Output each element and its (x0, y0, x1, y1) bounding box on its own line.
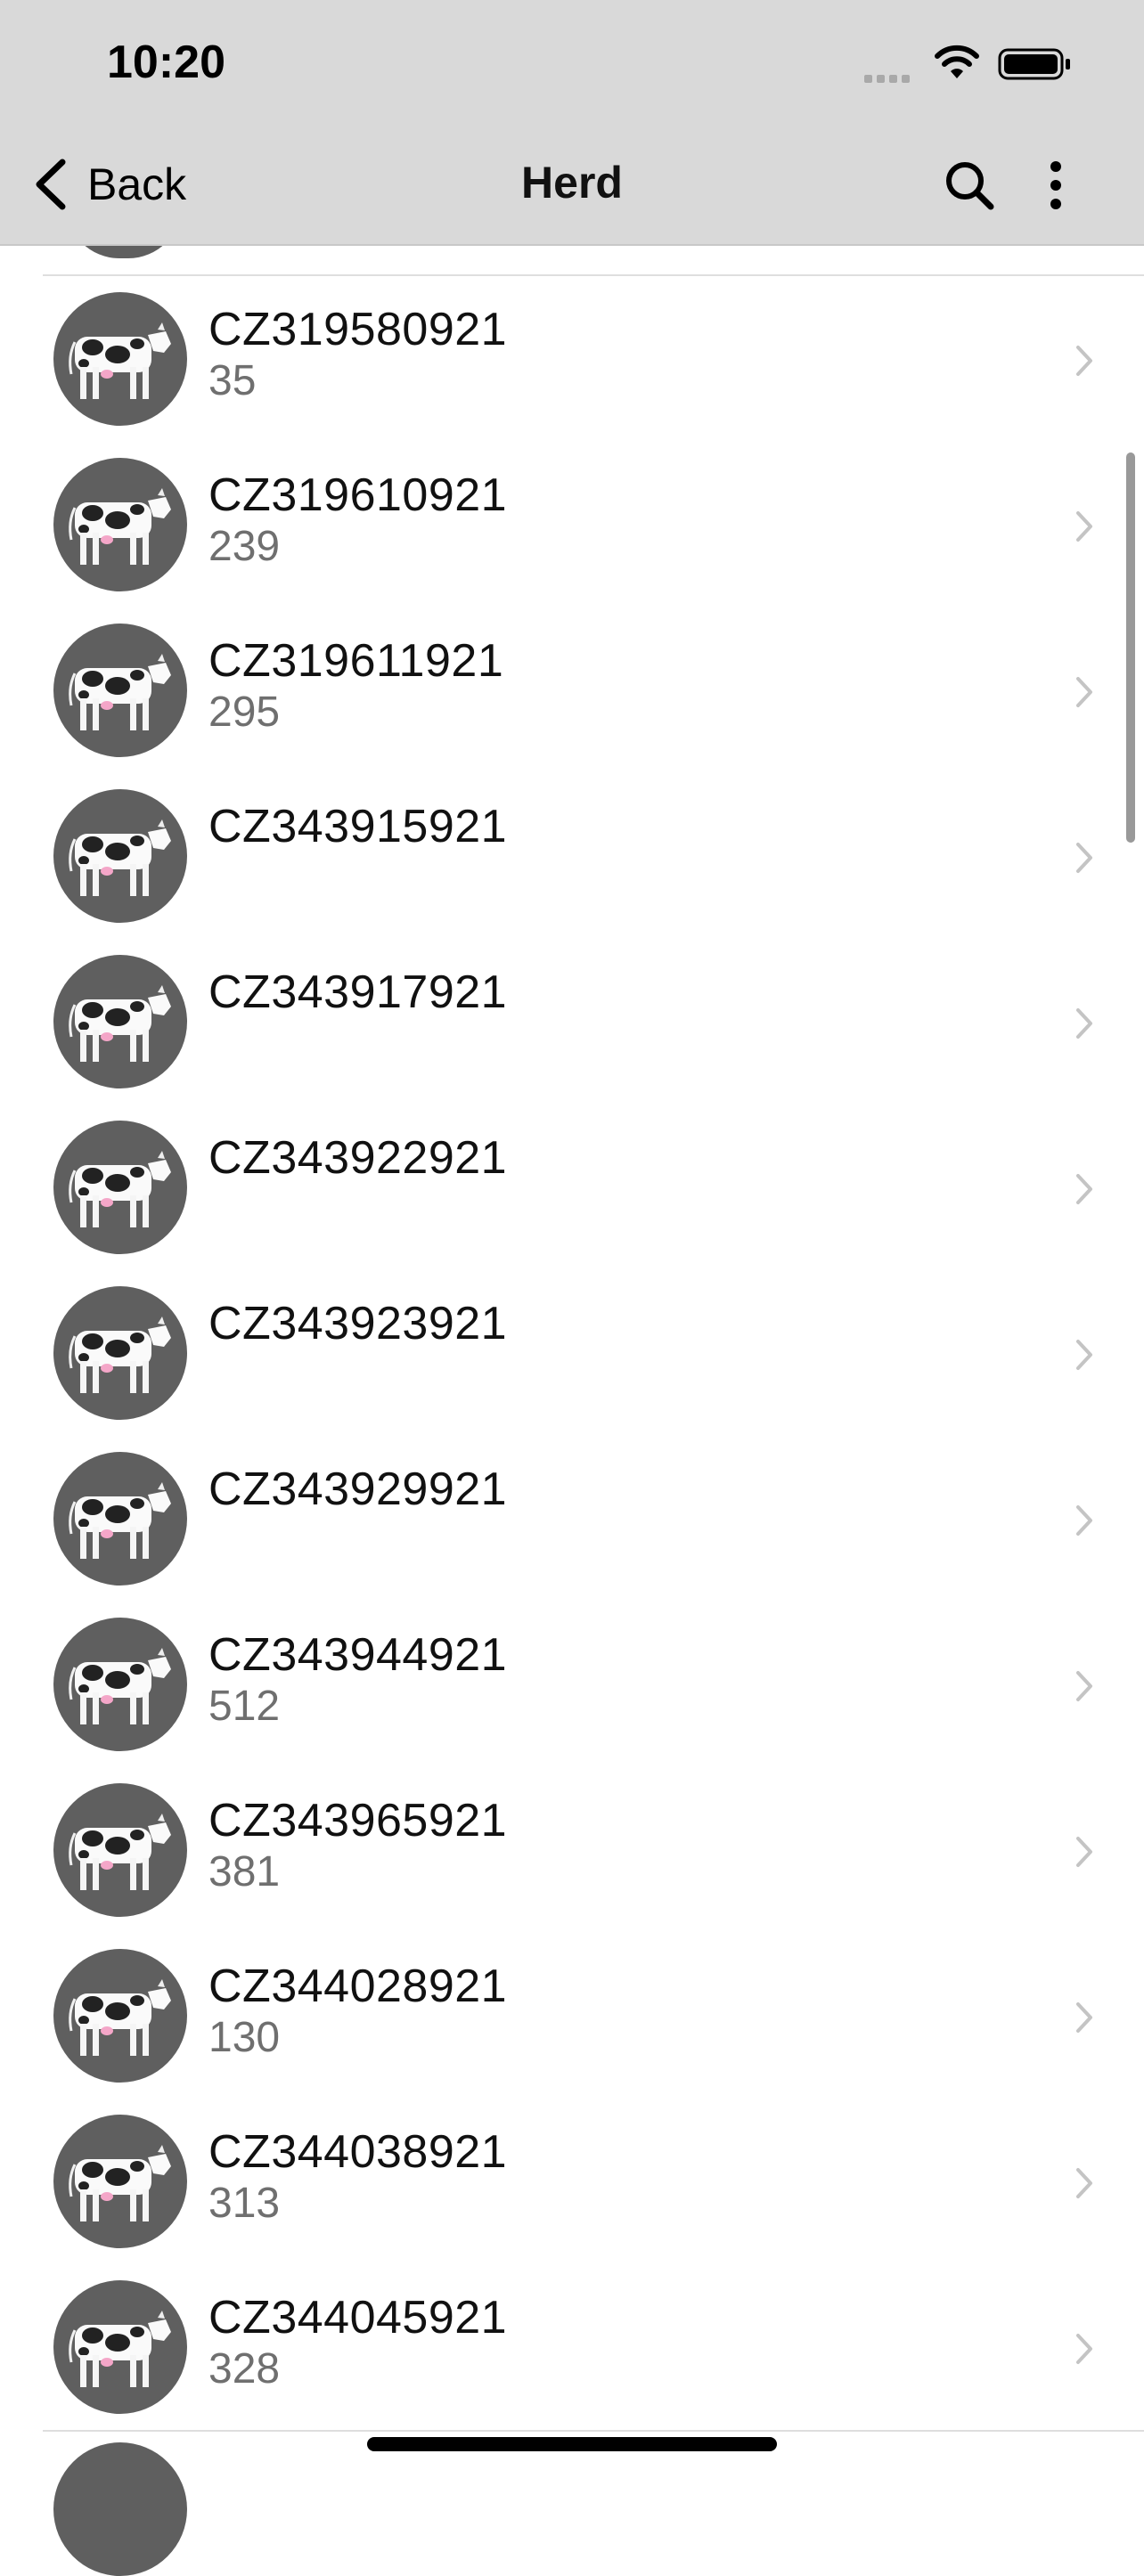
avatar (53, 1949, 187, 2083)
more-vertical-icon[interactable] (1042, 159, 1069, 212)
navigation-header: 10:20 Back Herd (0, 0, 1144, 246)
animal-number: 295 (208, 689, 281, 736)
chevron-right-icon (1076, 511, 1092, 542)
animal-id: CZ343944921 (208, 1629, 508, 1681)
avatar (53, 1121, 187, 1254)
animal-number: 130 (208, 2014, 281, 2061)
animal-number: 512 (208, 1683, 281, 1730)
cow-icon (69, 1317, 171, 1393)
home-indicator[interactable] (367, 2437, 777, 2451)
avatar (53, 292, 187, 426)
animal-number: 313 (208, 2180, 281, 2227)
list-item[interactable]: CZ343923921 (43, 1270, 1144, 1438)
animal-id: CZ344038921 (208, 2126, 508, 2178)
animal-number: 381 (208, 1848, 281, 1895)
list-item[interactable]: CZ343922921 (43, 1105, 1144, 1272)
cow-icon (69, 488, 171, 565)
chevron-right-icon (1076, 1505, 1092, 1536)
avatar (53, 1783, 187, 1917)
cow-icon (69, 2145, 171, 2221)
list-item[interactable]: CZ319611921 295 (43, 607, 1144, 775)
list-item[interactable]: CZ343915921 (43, 773, 1144, 941)
list-item[interactable]: CZ344038921 313 (43, 2099, 1144, 2266)
row-divider (43, 274, 1144, 276)
animal-id: CZ343923921 (208, 1298, 508, 1349)
animal-number: 35 (208, 357, 257, 404)
cow-icon (69, 819, 171, 896)
animal-id: CZ319580921 (208, 304, 508, 355)
chevron-right-icon (1076, 677, 1092, 707)
avatar (53, 1618, 187, 1751)
status-time: 10:20 (107, 37, 225, 88)
chevron-right-icon (1076, 346, 1092, 376)
avatar (53, 624, 187, 757)
animal-id: CZ343915921 (208, 801, 508, 852)
animal-number: 239 (208, 523, 281, 570)
list-item[interactable]: CZ319610921 239 (43, 442, 1144, 609)
search-icon[interactable] (943, 159, 996, 212)
animal-id: CZ344045921 (208, 2292, 508, 2344)
chevron-right-icon (1076, 843, 1092, 873)
animal-id: CZ343965921 (208, 1795, 508, 1846)
cow-icon (69, 1814, 171, 1890)
chevron-right-icon (1076, 2334, 1092, 2364)
cow-icon (69, 654, 171, 730)
list-item[interactable]: CZ343944921 512 (43, 1602, 1144, 1769)
animal-id: CZ343929921 (208, 1463, 508, 1515)
chevron-right-icon (1076, 2002, 1092, 2033)
scrollbar[interactable] (1126, 452, 1135, 843)
avatar (53, 1286, 187, 1420)
battery-icon (998, 48, 1070, 80)
wifi-icon (935, 45, 979, 78)
cow-icon (69, 2311, 171, 2387)
avatar (53, 1452, 187, 1586)
cow-icon (69, 1648, 171, 1724)
chevron-right-icon (1076, 1008, 1092, 1039)
chevron-right-icon (1076, 2168, 1092, 2198)
animal-id: CZ344028921 (208, 1961, 508, 2012)
list-item[interactable]: CZ319580921 35 (43, 276, 1144, 444)
chevron-right-icon (1076, 1837, 1092, 1867)
animal-number: 328 (208, 2345, 281, 2393)
chevron-right-icon (1076, 1174, 1092, 1204)
cow-icon (69, 322, 171, 399)
chevron-right-icon (1076, 1671, 1092, 1701)
list-item[interactable]: CZ343929921 (43, 1436, 1144, 1603)
cow-icon (69, 1482, 171, 1559)
animal-id: CZ343922921 (208, 1132, 508, 1184)
avatar (53, 2442, 187, 2576)
cow-icon (69, 1151, 171, 1227)
avatar (53, 2115, 187, 2248)
cow-icon (69, 1979, 171, 2056)
animal-id: CZ319611921 (208, 635, 504, 687)
list-item[interactable]: CZ344045921 328 (43, 2264, 1144, 2432)
animal-id: CZ343917921 (208, 966, 508, 1018)
chevron-right-icon (1076, 1340, 1092, 1370)
avatar (53, 955, 187, 1088)
avatar (53, 789, 187, 923)
list-item[interactable]: CZ343965921 381 (43, 1767, 1144, 1935)
list-item[interactable]: CZ343917921 (43, 939, 1144, 1106)
avatar (53, 458, 187, 591)
cow-icon (69, 985, 171, 1062)
signal-icon (864, 71, 918, 83)
list-item[interactable]: CZ344028921 130 (43, 1933, 1144, 2100)
avatar (53, 2280, 187, 2414)
animal-id: CZ319610921 (208, 469, 508, 521)
